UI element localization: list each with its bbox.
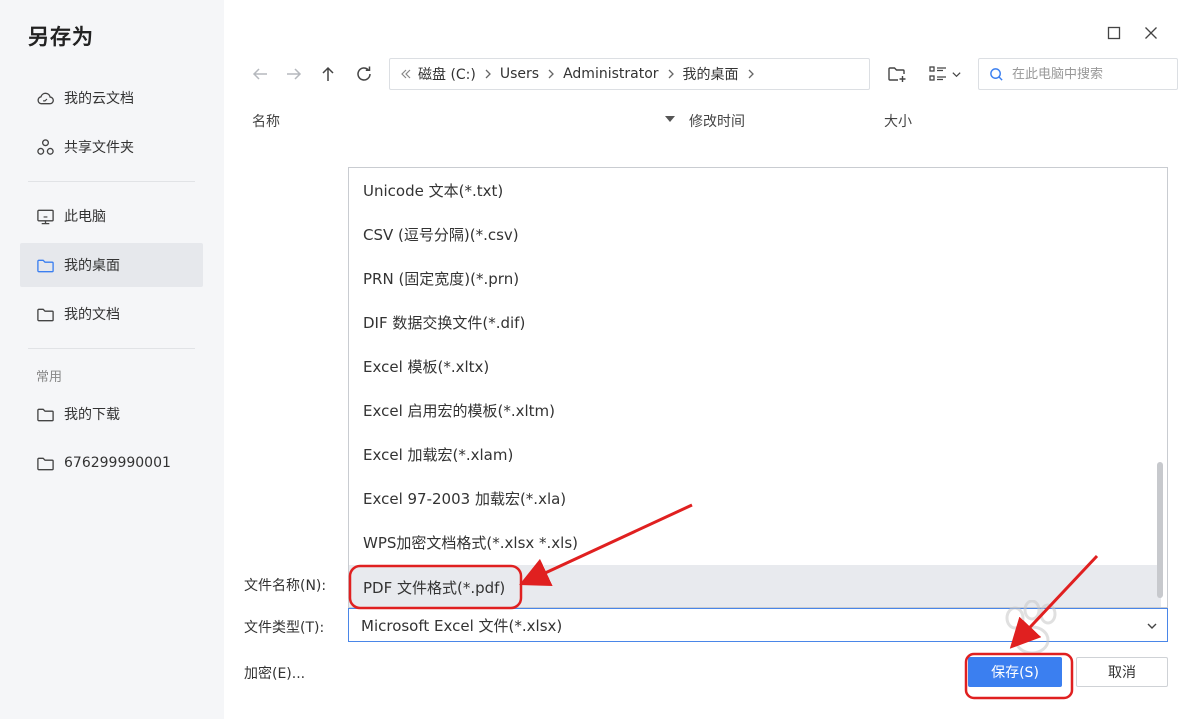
sidebar-item-label: 676299990001 <box>64 455 171 471</box>
chevron-right-icon <box>545 68 557 80</box>
sidebar-item-my-downloads[interactable]: 我的下载 <box>20 392 203 436</box>
save-button[interactable]: 保存(S) <box>968 657 1062 687</box>
up-button[interactable] <box>316 62 340 86</box>
cancel-button[interactable]: 取消 <box>1076 657 1168 687</box>
arrow-up-icon <box>322 66 334 81</box>
file-type-option[interactable]: Excel 加载宏(*.xlam) <box>349 432 1161 476</box>
folder-icon <box>35 453 55 473</box>
sidebar-item-label: 共享文件夹 <box>64 140 134 156</box>
folder-icon <box>35 404 55 424</box>
folder-icon <box>35 304 55 324</box>
sidebar-item-label: 我的桌面 <box>64 258 120 274</box>
close-button[interactable] <box>1142 24 1160 42</box>
close-icon <box>1145 27 1157 39</box>
sidebar-item-my-desktop[interactable]: 我的桌面 <box>20 243 203 287</box>
sidebar-divider <box>28 348 195 349</box>
search-icon <box>990 67 1003 81</box>
file-type-option[interactable]: PRN (固定宽度)(*.prn) <box>349 256 1161 300</box>
breadcrumb-users[interactable]: Users <box>500 66 539 82</box>
view-mode-button[interactable] <box>926 62 964 86</box>
sidebar-section-common: 常用 <box>36 370 63 385</box>
breadcrumb-drive[interactable]: 磁盘 (C:) <box>418 64 476 84</box>
sidebar-item-label: 我的下载 <box>64 407 120 423</box>
sidebar-item-my-documents[interactable]: 我的文档 <box>20 292 203 336</box>
sidebar: 另存为 我的云文档 共享文件夹 此电脑 我的桌面 我的文档 常用 我的下载 67… <box>0 0 224 719</box>
file-type-option[interactable]: Excel 模板(*.xltx) <box>349 344 1161 388</box>
sidebar-item-label: 我的云文档 <box>64 91 134 107</box>
filename-label: 文件名称(N): <box>244 578 327 594</box>
file-type-option[interactable]: WPS加密文档格式(*.xlsx *.xls) <box>349 520 1161 564</box>
refresh-button[interactable] <box>352 62 376 86</box>
file-type-option-pdf[interactable]: PDF 文件格式(*.pdf) <box>349 565 1161 607</box>
breadcrumb-administrator[interactable]: Administrator <box>563 66 658 82</box>
sidebar-divider <box>28 181 195 182</box>
maximize-icon <box>1107 26 1121 40</box>
maximize-button[interactable] <box>1105 24 1123 42</box>
chevron-right-icon <box>745 68 757 80</box>
monitor-icon <box>35 206 55 226</box>
forward-button[interactable] <box>282 62 306 86</box>
sidebar-item-label: 我的文档 <box>64 307 120 323</box>
dialog-title: 另存为 <box>28 25 94 49</box>
address-bar[interactable]: 磁盘 (C:) Users Administrator 我的桌面 <box>389 58 870 90</box>
column-header-modified[interactable]: 修改时间 <box>689 111 745 131</box>
file-type-option[interactable]: Excel 启用宏的模板(*.xltm) <box>349 388 1161 432</box>
sidebar-item-account-folder[interactable]: 676299990001 <box>20 441 203 485</box>
arrow-right-icon <box>287 68 302 80</box>
sidebar-item-shared-folder[interactable]: 共享文件夹 <box>20 125 203 169</box>
file-type-selected-value: Microsoft Excel 文件(*.xlsx) <box>361 616 563 635</box>
chevron-down-icon <box>952 71 961 77</box>
double-chevron-left-icon[interactable] <box>400 68 412 80</box>
arrow-left-icon <box>252 68 267 80</box>
new-folder-icon <box>888 67 906 82</box>
sidebar-item-cloud-docs[interactable]: 我的云文档 <box>20 76 203 120</box>
chevron-right-icon <box>665 68 677 80</box>
share-icon <box>35 137 55 157</box>
file-type-option[interactable]: CSV (逗号分隔)(*.csv) <box>349 212 1161 256</box>
chevron-right-icon <box>482 68 494 80</box>
file-type-option[interactable]: Unicode 文本(*.txt) <box>349 168 1161 212</box>
file-type-dropdown-list: Unicode 文本(*.txt) CSV (逗号分隔)(*.csv) PRN … <box>348 167 1168 608</box>
sidebar-item-label: 此电脑 <box>64 209 106 225</box>
search-box[interactable] <box>978 58 1178 90</box>
back-button[interactable] <box>248 62 272 86</box>
refresh-icon <box>357 66 371 81</box>
file-type-option[interactable]: DIF 数据交换文件(*.dif) <box>349 300 1161 344</box>
filetype-label: 文件类型(T): <box>244 620 325 636</box>
cloud-icon <box>35 88 55 108</box>
sort-caret-icon[interactable] <box>665 116 675 122</box>
dropdown-scrollbar[interactable] <box>1157 462 1163 598</box>
breadcrumb-desktop[interactable]: 我的桌面 <box>683 64 739 84</box>
list-view-icon <box>929 66 946 81</box>
chevron-down-icon <box>1147 623 1157 629</box>
sidebar-item-this-pc[interactable]: 此电脑 <box>20 194 203 238</box>
column-header-size[interactable]: 大小 <box>884 111 912 131</box>
search-input[interactable] <box>1012 66 1162 82</box>
column-header-name[interactable]: 名称 <box>252 111 280 131</box>
file-type-select[interactable]: Microsoft Excel 文件(*.xlsx) <box>348 608 1168 642</box>
file-type-option[interactable]: Excel 97-2003 加载宏(*.xla) <box>349 476 1161 520</box>
encrypt-link[interactable]: 加密(E)... <box>244 663 305 683</box>
folder-icon <box>35 255 55 275</box>
new-folder-button[interactable] <box>885 62 909 86</box>
